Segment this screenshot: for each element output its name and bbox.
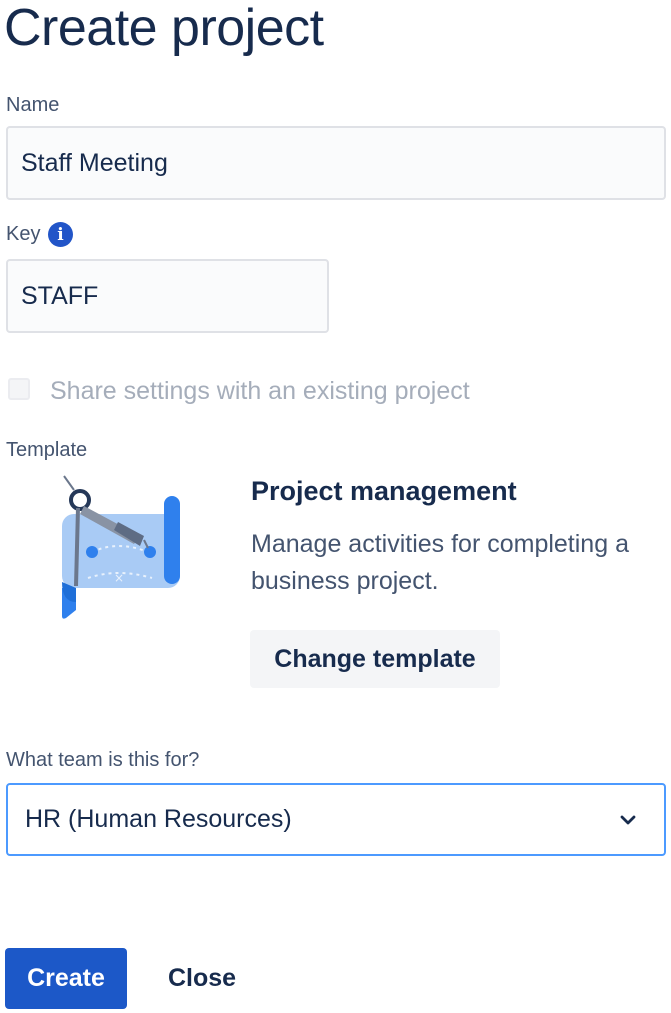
change-template-button[interactable]: Change template bbox=[250, 630, 500, 688]
blueprint-compass-illustration: × bbox=[48, 470, 188, 620]
template-description: Manage activities for completing a busin… bbox=[251, 530, 629, 595]
key-input[interactable]: STAFF bbox=[6, 259, 329, 333]
share-settings-checkbox[interactable] bbox=[8, 378, 30, 400]
template-name: Project management bbox=[251, 476, 517, 506]
name-input[interactable]: Staff Meeting bbox=[6, 126, 666, 200]
team-select-value: HR (Human Resources) bbox=[25, 805, 292, 833]
create-button[interactable]: Create bbox=[5, 948, 127, 1009]
svg-text:×: × bbox=[114, 571, 124, 585]
create-project-dialog: Create project Name Staff Meeting Key i … bbox=[0, 0, 671, 1013]
team-select[interactable]: HR (Human Resources) bbox=[6, 783, 666, 856]
info-icon[interactable]: i bbox=[48, 222, 73, 247]
share-settings-label: Share settings with an existing project bbox=[50, 377, 470, 405]
key-label: Key bbox=[6, 223, 41, 245]
team-label: What team is this for? bbox=[6, 749, 200, 771]
key-input-value: STAFF bbox=[21, 281, 99, 310]
page-title: Create project bbox=[4, 0, 324, 57]
chevron-down-icon bbox=[620, 815, 636, 825]
name-input-value: Staff Meeting bbox=[21, 148, 168, 177]
template-label: Template bbox=[6, 439, 88, 461]
close-button[interactable]: Close bbox=[150, 948, 254, 1009]
name-label: Name bbox=[6, 94, 60, 116]
